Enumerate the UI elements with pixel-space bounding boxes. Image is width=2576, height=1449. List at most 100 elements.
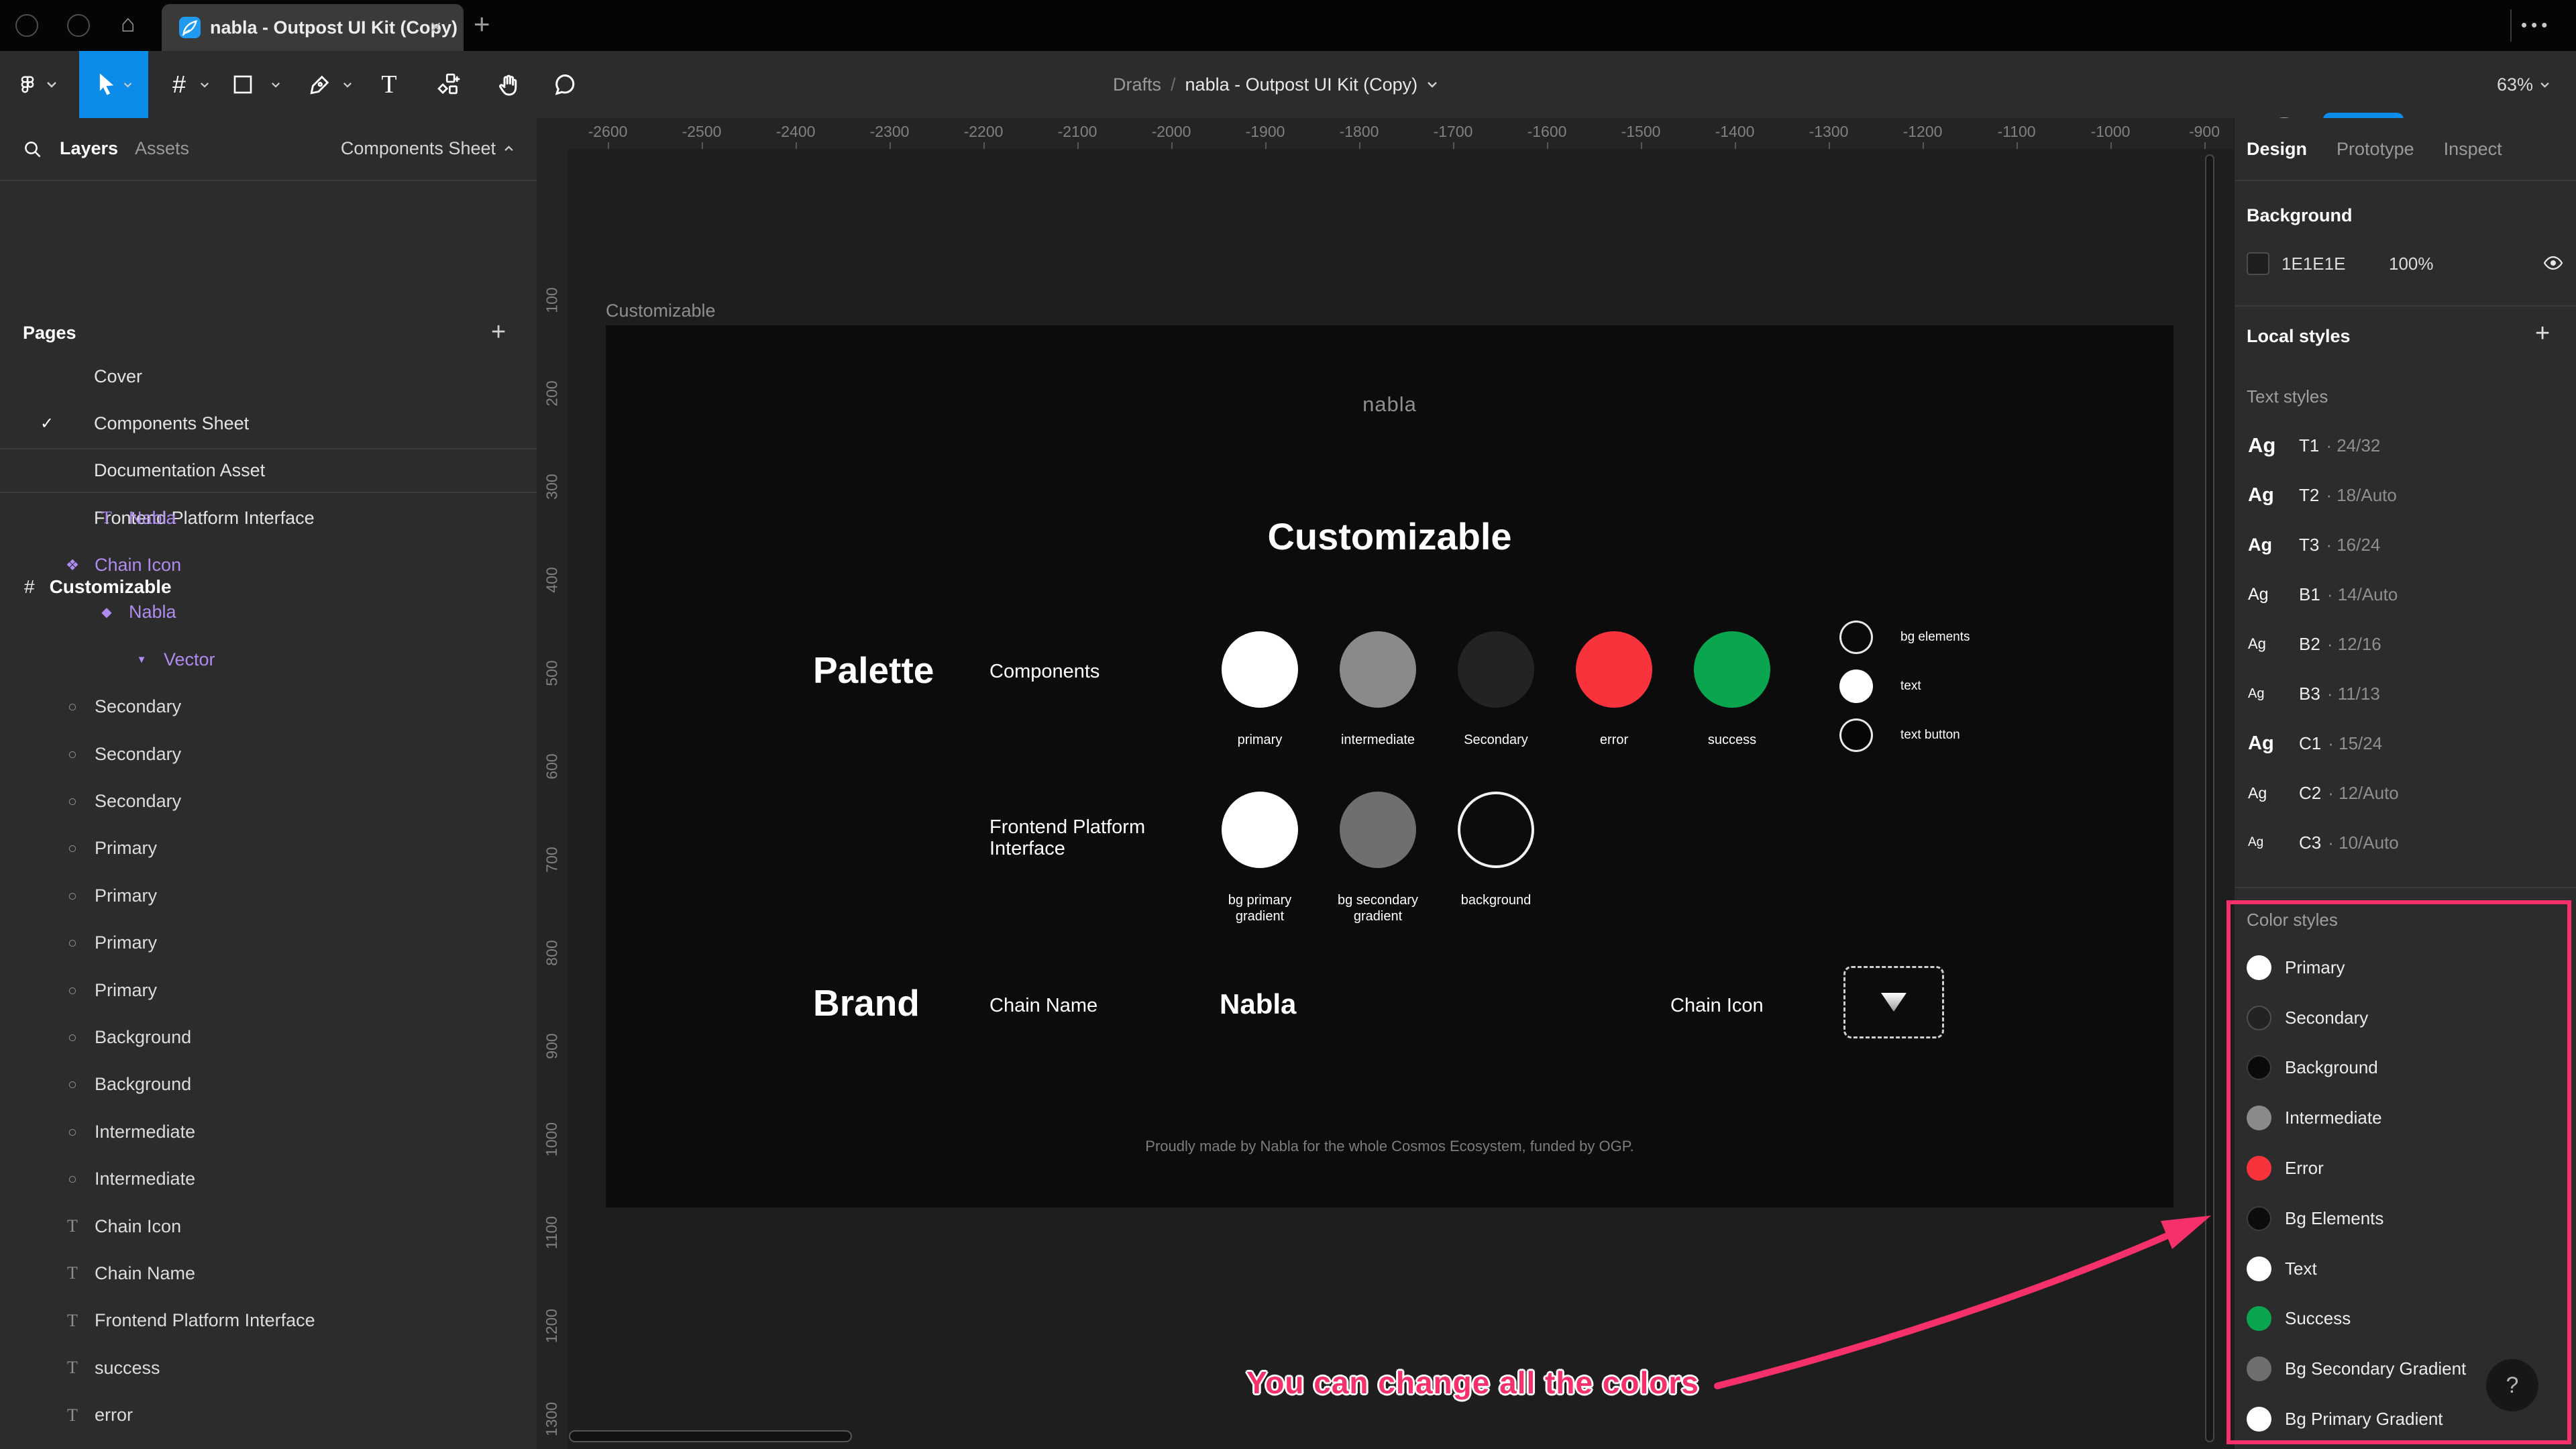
text-tool-icon[interactable]: T bbox=[373, 51, 405, 118]
zoom-level-control[interactable]: 63% bbox=[2497, 51, 2550, 118]
vertical-scrollbar[interactable] bbox=[2205, 154, 2214, 1442]
frontend-platform-interface-label[interactable]: Frontend Platform Interface bbox=[989, 816, 1157, 859]
color-style-row[interactable]: Error bbox=[2235, 1143, 2576, 1193]
text-style-row[interactable]: Ag T3 · 16/24 bbox=[2235, 520, 2576, 570]
window-control-icon[interactable] bbox=[15, 14, 38, 37]
browser-menu-icon[interactable]: ••• bbox=[2521, 15, 2551, 36]
layer-row[interactable]: T Nabla bbox=[0, 494, 537, 541]
layer-row[interactable]: T Chain Icon bbox=[0, 1203, 537, 1250]
frame-footer-text[interactable]: Proudly made by Nabla for the whole Cosm… bbox=[606, 1138, 2174, 1155]
chain-icon-label[interactable]: Chain Icon bbox=[1670, 995, 1764, 1017]
page-row[interactable]: ✓ Components Sheet bbox=[0, 400, 537, 447]
color-swatch[interactable] bbox=[2247, 252, 2269, 275]
palette-swatch[interactable]: background bbox=[1458, 792, 1534, 908]
layer-row[interactable]: T Frontend Platform Interface bbox=[0, 1297, 537, 1344]
color-style-row[interactable]: Primary bbox=[2235, 943, 2576, 993]
color-circle[interactable] bbox=[1839, 621, 1873, 654]
layer-row[interactable]: ○ Intermediate bbox=[0, 1108, 537, 1155]
palette-swatch[interactable]: Secondary bbox=[1458, 631, 1534, 747]
layer-row[interactable]: ○ Background bbox=[0, 1014, 537, 1061]
color-circle[interactable] bbox=[1458, 631, 1534, 708]
canvas[interactable]: 100 200 300 400 500 600 700 800 900 1000 1100 1200 1… bbox=[537, 118, 2234, 1449]
eye-icon[interactable] bbox=[2542, 254, 2565, 272]
layer-row[interactable]: ○ Secondary bbox=[0, 684, 537, 731]
breadcrumb[interactable]: Drafts / nabla - Outpost UI Kit (Copy) bbox=[1113, 51, 1438, 118]
file-name[interactable]: nabla - Outpost UI Kit (Copy) bbox=[1185, 74, 1418, 95]
palette-swatch[interactable]: success bbox=[1694, 631, 1770, 747]
palette-swatch[interactable]: bg secondary gradient bbox=[1338, 792, 1418, 924]
panel-tab[interactable]: Design bbox=[2247, 139, 2307, 160]
figma-menu-button[interactable] bbox=[11, 51, 44, 118]
components-label[interactable]: Components bbox=[989, 661, 1099, 683]
browser-tab[interactable]: nabla - Outpost UI Kit (Copy) × bbox=[162, 4, 464, 51]
layer-row[interactable]: T error bbox=[0, 1391, 537, 1438]
color-style-row[interactable]: Bg Elements bbox=[2235, 1193, 2576, 1244]
text-style-row[interactable]: Ag C3 · 10/Auto bbox=[2235, 818, 2576, 867]
background-opacity-value[interactable]: 100% bbox=[2389, 254, 2434, 274]
mini-swatch[interactable]: bg elements bbox=[1839, 621, 1970, 654]
home-icon[interactable]: ⌂ bbox=[121, 9, 136, 38]
text-style-row[interactable]: Ag B1 · 14/Auto bbox=[2235, 570, 2576, 619]
color-circle[interactable] bbox=[1839, 718, 1873, 752]
page-selector[interactable]: Components Sheet bbox=[341, 138, 514, 159]
search-icon[interactable] bbox=[23, 140, 43, 160]
shape-tool-icon[interactable] bbox=[227, 51, 259, 118]
frame-title-label[interactable]: Customizable bbox=[606, 301, 716, 321]
layer-row[interactable]: ○ Intermediate bbox=[0, 1155, 537, 1202]
components-sheet-frame[interactable]: nabla Customizable Palette Components pr… bbox=[606, 325, 2174, 1208]
chevron-down-icon[interactable] bbox=[340, 51, 355, 118]
move-tool-button[interactable] bbox=[79, 51, 148, 118]
layer-row[interactable]: ○ Primary bbox=[0, 967, 537, 1014]
text-style-row[interactable]: Ag C1 · 15/24 bbox=[2235, 718, 2576, 768]
color-circle[interactable] bbox=[1458, 792, 1534, 868]
page-row[interactable]: Cover bbox=[0, 353, 537, 400]
text-style-row[interactable]: Ag T1 · 24/32 bbox=[2235, 421, 2576, 470]
chevron-down-icon[interactable] bbox=[44, 51, 59, 118]
layer-row[interactable]: ○ Background bbox=[0, 1061, 537, 1108]
color-circle[interactable] bbox=[1340, 792, 1416, 868]
add-page-button[interactable]: + bbox=[491, 318, 506, 347]
layer-row[interactable]: ○ Secondary bbox=[0, 777, 537, 824]
color-circle[interactable] bbox=[1222, 631, 1298, 708]
palette-swatch[interactable]: bg primary gradient bbox=[1222, 792, 1298, 924]
background-color-row[interactable]: 1E1E1E 100% bbox=[2247, 252, 2563, 275]
comment-icon[interactable] bbox=[547, 51, 582, 118]
tab-layers[interactable]: Layers bbox=[60, 138, 118, 159]
color-circle[interactable] bbox=[1576, 631, 1652, 708]
mini-swatch[interactable]: text bbox=[1839, 669, 1970, 703]
chain-name-label[interactable]: Chain Name bbox=[989, 995, 1097, 1017]
layer-row[interactable]: ○ Secondary bbox=[0, 731, 537, 777]
color-circle[interactable] bbox=[1340, 631, 1416, 708]
layer-row[interactable]: T Chain Name bbox=[0, 1250, 537, 1297]
text-style-row[interactable]: Ag B2 · 12/16 bbox=[2235, 619, 2576, 669]
palette-swatch[interactable]: error bbox=[1576, 631, 1652, 747]
chain-name-value[interactable]: Nabla bbox=[1220, 988, 1296, 1020]
horizontal-scrollbar[interactable] bbox=[569, 1430, 852, 1442]
text-style-row[interactable]: Ag T2 · 18/Auto bbox=[2235, 470, 2576, 520]
tab-assets[interactable]: Assets bbox=[135, 138, 189, 159]
mini-swatch[interactable]: text button bbox=[1839, 718, 1970, 752]
help-button[interactable]: ? bbox=[2486, 1359, 2538, 1411]
nabla-logo[interactable]: nabla bbox=[606, 392, 2174, 417]
hand-tool-icon[interactable] bbox=[491, 51, 526, 118]
color-style-row[interactable]: Text bbox=[2235, 1244, 2576, 1294]
color-style-row[interactable]: Intermediate bbox=[2235, 1093, 2576, 1143]
color-circle[interactable] bbox=[1694, 631, 1770, 708]
layer-row[interactable]: T success bbox=[0, 1344, 537, 1391]
pen-tool-icon[interactable] bbox=[303, 51, 337, 118]
palette-title[interactable]: Palette bbox=[813, 649, 934, 692]
window-control-icon[interactable] bbox=[67, 14, 90, 37]
close-icon[interactable]: × bbox=[430, 16, 442, 39]
brand-title[interactable]: Brand bbox=[813, 981, 920, 1024]
panel-tab[interactable]: Inspect bbox=[2444, 139, 2502, 160]
color-circle[interactable] bbox=[1839, 669, 1873, 703]
layer-row[interactable]: ○ Primary bbox=[0, 872, 537, 919]
frame-heading[interactable]: Customizable bbox=[606, 515, 2174, 558]
page-row[interactable]: Documentation Asset bbox=[0, 447, 537, 494]
color-style-row[interactable]: Secondary bbox=[2235, 993, 2576, 1043]
color-circle[interactable] bbox=[1222, 792, 1298, 868]
color-style-row[interactable]: Success bbox=[2235, 1294, 2576, 1344]
chain-icon-placeholder[interactable] bbox=[1843, 966, 1944, 1038]
text-style-row[interactable]: Ag C2 · 12/Auto bbox=[2235, 768, 2576, 818]
layer-row[interactable]: ❖ Chain Icon bbox=[0, 541, 537, 588]
